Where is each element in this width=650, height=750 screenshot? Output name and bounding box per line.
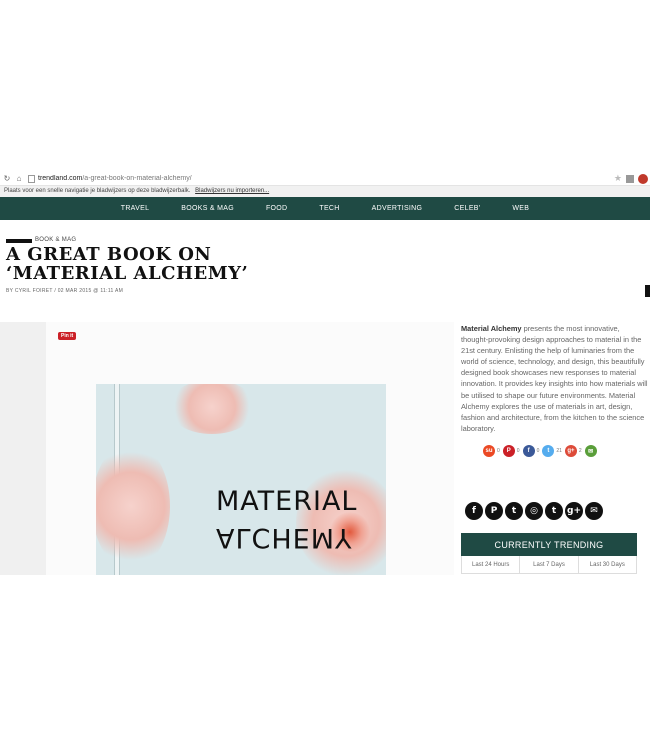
share-stumbleupon[interactable]: su 0 (483, 445, 500, 457)
book-title-line1: MATERIAL (216, 486, 358, 517)
import-bookmarks-link[interactable]: Bladwijzers nu importeren... (195, 188, 269, 194)
content-gutter (0, 322, 46, 575)
article-description: Material Alchemy presents the most innov… (461, 323, 648, 434)
book-cover: MATERIAL ALCHEMY (96, 384, 386, 575)
share-twitter[interactable]: t 21 (542, 445, 562, 457)
share-row: su 0 P0 f0 t 21 g+ 2 ✉ (483, 445, 600, 457)
stumbleupon-icon: su (483, 445, 495, 457)
twitter-icon: t (542, 445, 555, 457)
home-icon[interactable]: ⌂ (14, 174, 24, 183)
tab-last-30-days[interactable]: Last 30 Days (579, 556, 636, 573)
share-count: 21 (556, 448, 562, 454)
pin-it-button[interactable]: Pin it (58, 332, 77, 340)
share-email[interactable]: ✉ (584, 445, 597, 457)
address-bar[interactable]: ↻ ⌂ trendland.com/a-great-book-on-materi… (0, 172, 650, 186)
side-marker (645, 285, 650, 297)
nav-item-web[interactable]: WEB (496, 205, 545, 212)
description-text: presents the most innovative, thought-pr… (461, 324, 648, 433)
nav-item-tech[interactable]: TECH (303, 205, 355, 212)
twitter-icon[interactable]: t (505, 502, 523, 520)
share-count: 0 (497, 448, 500, 454)
share-count: 0 (536, 448, 540, 454)
share-count: 0 (516, 448, 520, 454)
tab-last-24-hours[interactable]: Last 24 Hours (462, 556, 521, 573)
share-googleplus[interactable]: g+ 2 (564, 445, 582, 457)
profile-avatar[interactable] (638, 173, 648, 184)
googleplus-icon: g+ (564, 445, 577, 457)
bookmark-bar-text: Plaats voor een snelle navigatie je blad… (4, 188, 191, 194)
facebook-icon[interactable]: f (465, 502, 483, 520)
reload-icon[interactable]: ↻ (2, 174, 12, 183)
book-title-line2: ALCHEMY (216, 522, 353, 553)
nav-item-books-mag[interactable]: BOOKS & MAG (165, 205, 250, 212)
coral-texture (96, 442, 170, 570)
instagram-icon[interactable]: ◎ (525, 502, 543, 520)
page-icon (28, 174, 35, 183)
article-byline: BY CYRIL FOIRET / 02 MAR 2015 @ 11:11 AM (6, 288, 124, 294)
nav-item-travel[interactable]: TRAVEL (105, 205, 166, 212)
nav-item-advertising[interactable]: ADVERTISING (356, 205, 439, 212)
url-text[interactable]: trendland.com/a-great-book-on-material-a… (38, 175, 614, 182)
email-icon: ✉ (584, 445, 597, 457)
follow-row: f P t ◎ t g+ ✉ (465, 502, 603, 520)
page: ↻ ⌂ trendland.com/a-great-book-on-materi… (0, 0, 650, 750)
bookmark-star-icon[interactable]: ★ (614, 173, 622, 184)
share-count: 2 (578, 448, 582, 454)
article-category[interactable]: BOOK & MAG (35, 237, 76, 243)
googleplus-icon[interactable]: g+ (565, 502, 583, 520)
trending-header: CURRENTLY TRENDING (461, 533, 637, 556)
category-bar (6, 239, 32, 243)
article-title: A GREAT BOOK ON ‘MATERIAL ALCHEMY’ (6, 244, 249, 284)
email-icon[interactable]: ✉ (585, 502, 603, 520)
tumblr-icon[interactable]: t (545, 502, 563, 520)
site-nav: TRAVEL BOOKS & MAG FOOD TECH ADVERTISING… (0, 197, 650, 220)
coral-texture (168, 384, 256, 434)
facebook-icon: f (522, 445, 535, 457)
nav-item-celeb[interactable]: CELEB' (438, 205, 496, 212)
nav-item-food[interactable]: FOOD (250, 205, 303, 212)
pinterest-icon: P (502, 445, 515, 457)
extension-icon[interactable] (626, 174, 634, 183)
trending-tabs: Last 24 Hours Last 7 Days Last 30 Days (461, 556, 637, 574)
pinterest-icon[interactable]: P (485, 502, 503, 520)
share-facebook[interactable]: f0 (522, 445, 540, 457)
share-pinterest[interactable]: P0 (502, 445, 520, 457)
bookmark-bar: Plaats voor een snelle navigatie je blad… (0, 186, 650, 197)
description-bold: Material Alchemy (461, 324, 522, 333)
tab-last-7-days[interactable]: Last 7 Days (520, 556, 579, 573)
